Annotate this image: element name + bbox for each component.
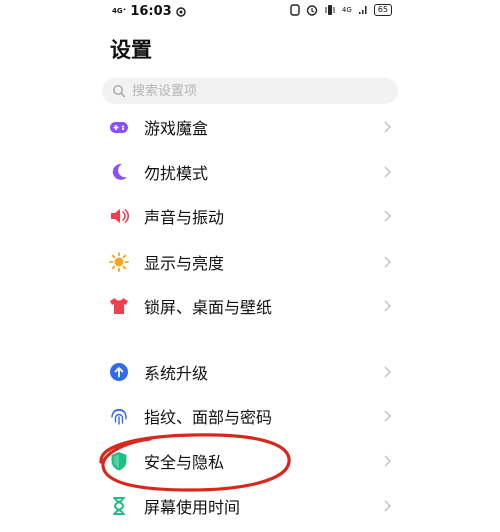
settings-item-label: 屏幕使用时间 (144, 498, 241, 517)
settings-item-label: 显示与亮度 (144, 254, 225, 273)
settings-item-do-not-disturb[interactable]: 勿扰模式 (100, 150, 400, 194)
hourglass-icon (108, 495, 130, 517)
page-title: 设置 (110, 38, 152, 62)
search-icon (113, 85, 126, 98)
signal-indicator: 4G⁺ (112, 7, 127, 15)
fingerprint-icon (108, 405, 130, 427)
chevron-right-icon (384, 256, 392, 268)
vibrate-icon (325, 5, 335, 15)
settings-item-game-box[interactable]: 游戏魔盒 (100, 105, 400, 149)
chevron-right-icon (384, 300, 392, 312)
game-box-icon (108, 116, 130, 138)
settings-item-label: 勿扰模式 (144, 164, 209, 183)
alarm-icon (306, 5, 318, 16)
speaker-icon (108, 205, 130, 227)
notification-icon (175, 6, 186, 17)
settings-item-label: 游戏魔盒 (144, 119, 209, 138)
chevron-right-icon (384, 455, 392, 467)
chevron-right-icon (384, 210, 392, 222)
settings-item-label: 指纹、面部与密码 (144, 408, 273, 427)
search-input[interactable] (130, 82, 374, 100)
settings-item-sound[interactable]: 声音与振动 (100, 194, 400, 238)
settings-item-lockscreen[interactable]: 锁屏、桌面与壁纸 (100, 284, 400, 328)
settings-item-display[interactable]: 显示与亮度 (100, 240, 400, 284)
moon-icon (108, 161, 130, 183)
chevron-right-icon (384, 121, 392, 133)
battery-indicator: 65 (373, 4, 392, 16)
network-type: 4G (341, 5, 352, 14)
chevron-right-icon (384, 166, 392, 178)
highlight-annotation (99, 433, 291, 492)
settings-item-system-update[interactable]: 系统升级 (100, 350, 400, 394)
settings-item-label: 声音与振动 (144, 208, 225, 227)
status-bar: 4G⁺ 16:03 4G 65 (0, 0, 500, 26)
sun-icon (108, 251, 130, 273)
settings-item-label: 锁屏、桌面与壁纸 (144, 298, 273, 317)
search-bar[interactable] (102, 78, 398, 104)
chevron-right-icon (384, 410, 392, 422)
status-time: 16:03 (130, 4, 172, 19)
settings-item-label: 系统升级 (144, 364, 209, 383)
shirt-icon (108, 295, 130, 317)
nfc-icon (290, 4, 300, 16)
chevron-right-icon (384, 500, 392, 512)
upgrade-icon (108, 361, 130, 383)
chevron-right-icon (384, 366, 392, 378)
signal-bars-icon (358, 6, 367, 14)
